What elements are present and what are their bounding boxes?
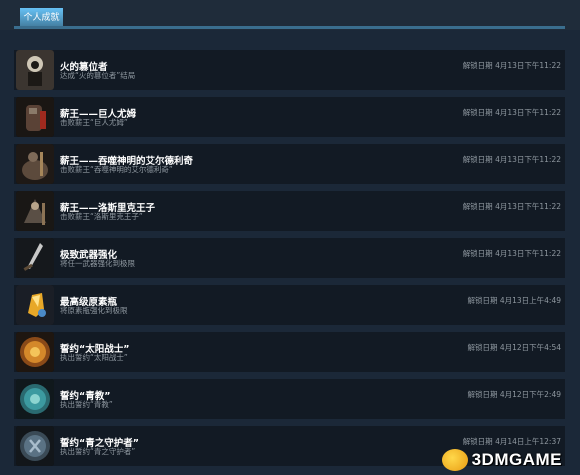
yhorm-giant-icon — [16, 97, 54, 137]
achievement-description: 执出誓约“青之守护者” — [60, 447, 136, 456]
tab-personal-achievements[interactable]: 个人成就 — [20, 8, 63, 28]
watermark-text: 3DMGAME — [471, 450, 562, 469]
usurper-crown-icon — [16, 50, 54, 90]
achievement-description: 将原素瓶强化到极限 — [60, 306, 128, 315]
3dmgame-watermark: 3DMGAME — [441, 447, 562, 473]
sword-icon — [16, 238, 54, 278]
aldrich-icon — [16, 144, 54, 184]
tab-underline — [14, 26, 565, 29]
blue-medal-icon — [16, 379, 54, 419]
unlock-date: 解锁日期 4月12日下午2:49 — [467, 390, 561, 399]
achievement-row[interactable]: 最高级原素瓶 将原素瓶强化到极限 解锁日期 4月13日上午4:49 — [14, 285, 565, 325]
achievement-row[interactable]: 誓约“太阳战士” 执出誓约“太阳战士” 解锁日期 4月12日下午4:54 — [14, 332, 565, 372]
unlock-date: 解锁日期 4月13日下午11:22 — [462, 61, 561, 70]
achievement-description: 执出誓约“太阳战士” — [60, 353, 128, 362]
unlock-date: 解锁日期 4月13日下午11:22 — [462, 155, 561, 164]
sun-medal-icon — [16, 332, 54, 372]
achievement-row[interactable]: 薪王——洛斯里克王子 击败薪王“洛斯里克王子” 解锁日期 4月13日下午11:2… — [14, 191, 565, 231]
unlock-date: 解锁日期 4月13日上午4:49 — [467, 296, 561, 305]
achievement-description: 击败薪王“洛斯里克王子” — [60, 212, 143, 221]
achievement-description: 击败薪王“吞噬神明的艾尔德利奇” — [60, 165, 173, 174]
achievement-description: 将任一武器强化到极限 — [60, 259, 135, 268]
tab-bar: 个人成就 — [0, 0, 580, 30]
unlock-date: 解锁日期 4月12日下午4:54 — [467, 343, 561, 352]
achievement-description: 击败薪王“巨人尤姆” — [60, 118, 128, 127]
achievement-description: 达成“火的篡位者”结局 — [60, 71, 136, 80]
watermark-logo-icon — [441, 449, 468, 471]
unlock-date: 解锁日期 4月14日上午12:37 — [462, 437, 561, 446]
achievement-row[interactable]: 火的篡位者 达成“火的篡位者”结局 解锁日期 4月13日下午11:22 — [14, 50, 565, 90]
achievement-row[interactable]: 薪王——吞噬神明的艾尔德利奇 击败薪王“吞噬神明的艾尔德利奇” 解锁日期 4月1… — [14, 144, 565, 184]
shield-medal-icon — [16, 426, 54, 466]
estus-shard-icon — [16, 285, 54, 325]
unlock-date: 解锁日期 4月13日下午11:22 — [462, 108, 561, 117]
prince-lothric-icon — [16, 191, 54, 231]
achievement-row[interactable]: 誓约“青教” 执出誓约“青教” 解锁日期 4月12日下午2:49 — [14, 379, 565, 419]
achievement-row[interactable]: 极致武器强化 将任一武器强化到极限 解锁日期 4月13日下午11:22 — [14, 238, 565, 278]
unlock-date: 解锁日期 4月13日下午11:22 — [462, 202, 561, 211]
achievement-row[interactable]: 薪王——巨人尤姆 击败薪王“巨人尤姆” 解锁日期 4月13日下午11:22 — [14, 97, 565, 137]
unlock-date: 解锁日期 4月13日下午11:22 — [462, 249, 561, 258]
achievement-description: 执出誓约“青教” — [60, 400, 113, 409]
